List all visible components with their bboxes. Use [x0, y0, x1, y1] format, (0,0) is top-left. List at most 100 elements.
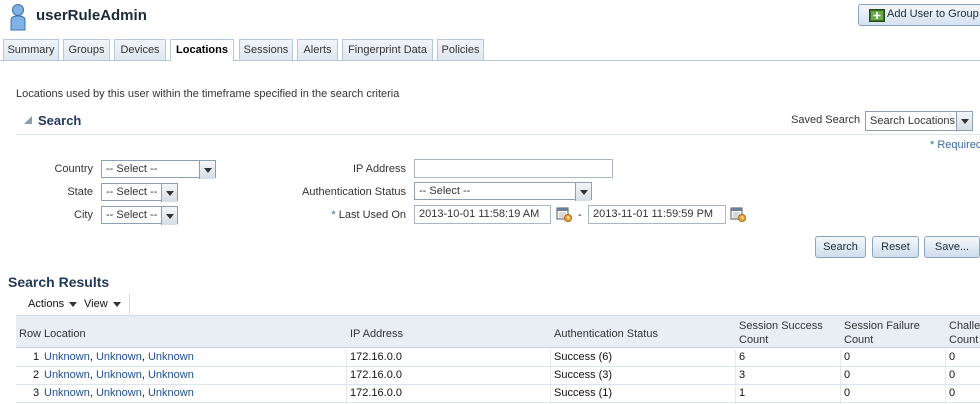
tab-groups-label: Groups: [68, 44, 105, 56]
view-menu[interactable]: View: [84, 298, 121, 310]
saved-search-value: Search Locations: [870, 115, 955, 127]
chevron-down-icon[interactable]: [575, 183, 591, 201]
chevron-down-icon: [69, 301, 78, 307]
column-header-authentication-status[interactable]: Authentication Status: [554, 327, 658, 341]
column-divider: [346, 349, 347, 403]
column-divider: [840, 349, 841, 403]
tab-policies[interactable]: Policies: [437, 39, 484, 60]
column-header-session-failure-line1: Session Failure: [844, 320, 920, 332]
city-select[interactable]: -- Select --: [101, 206, 178, 225]
state-value: -- Select --: [106, 186, 158, 198]
tab-locations[interactable]: Locations: [170, 39, 234, 61]
location-cell: Unknown, Unknown, Unknown: [44, 387, 194, 399]
state-label: State: [67, 186, 93, 198]
challenge-count-cell: 0: [949, 387, 956, 399]
location-link[interactable]: Unknown: [44, 369, 90, 381]
add-group-icon: [869, 9, 885, 22]
column-header-ip-address[interactable]: IP Address: [350, 327, 403, 341]
row-divider: [16, 366, 980, 367]
city-label: City: [74, 209, 93, 221]
location-separator: ,: [89, 387, 93, 399]
collapse-triangle-icon[interactable]: [24, 116, 32, 124]
tab-sessions[interactable]: Sessions: [239, 39, 293, 60]
chevron-down-icon[interactable]: [161, 207, 177, 225]
location-link[interactable]: Unknown: [148, 351, 194, 363]
session-failure-cell: 0: [844, 387, 851, 399]
column-divider: [550, 349, 551, 403]
authentication-status-label: Authentication Status: [302, 186, 406, 198]
add-user-to-group-label: Add User to Group: [887, 8, 979, 20]
city-value: -- Select --: [106, 209, 158, 221]
column-header-row[interactable]: Row: [19, 327, 41, 341]
challenge-count-cell: 0: [949, 369, 956, 381]
location-link[interactable]: Unknown: [96, 351, 142, 363]
location-separator: ,: [141, 369, 145, 381]
country-value: -- Select --: [106, 163, 158, 175]
calendar-icon[interactable]: [730, 206, 746, 222]
saved-search-select[interactable]: Search Locations: [865, 111, 973, 131]
authentication-status-cell: Success (6): [554, 351, 613, 363]
calendar-icon[interactable]: [556, 206, 572, 222]
column-header-session-success-count[interactable]: Session Success Count: [739, 319, 823, 347]
column-header-session-failure-count[interactable]: Session Failure Count: [844, 319, 920, 347]
tab-alerts[interactable]: Alerts: [297, 39, 338, 60]
column-header-session-success-line2: Count: [739, 334, 769, 346]
tab-fingerprint-data[interactable]: Fingerprint Data: [342, 39, 433, 60]
row-number: 3: [33, 387, 40, 399]
chevron-down-icon[interactable]: [161, 184, 177, 202]
column-header-challenge-line2: Count: [949, 334, 979, 346]
column-divider: [735, 349, 736, 403]
actions-menu[interactable]: Actions: [28, 298, 78, 310]
tab-groups[interactable]: Groups: [63, 39, 110, 60]
row-divider: [16, 402, 980, 403]
tab-devices[interactable]: Devices: [114, 39, 166, 60]
results-table-header: [16, 316, 980, 348]
column-divider: [945, 349, 946, 403]
search-title[interactable]: Search: [38, 113, 81, 128]
row-number: 1: [33, 351, 40, 363]
page-title: userRuleAdmin: [36, 7, 147, 24]
country-select[interactable]: -- Select --: [101, 160, 216, 179]
location-link[interactable]: Unknown: [148, 369, 194, 381]
tab-sessions-label: Sessions: [243, 44, 289, 56]
location-link[interactable]: Unknown: [148, 387, 194, 399]
row-divider: [16, 384, 980, 385]
search-button[interactable]: Search: [815, 236, 866, 258]
required-star-icon: *: [331, 209, 339, 221]
last-used-to-input[interactable]: 2013-11-01 11:59:59 PM: [588, 205, 726, 224]
location-separator: ,: [141, 387, 145, 399]
location-link[interactable]: Unknown: [44, 387, 90, 399]
tab-policies-label: Policies: [441, 44, 480, 56]
state-select[interactable]: -- Select --: [101, 183, 178, 202]
column-header-challenge-count[interactable]: Challe Count: [949, 319, 980, 347]
tab-locations-label: Locations: [176, 44, 228, 56]
location-separator: ,: [89, 369, 93, 381]
location-link[interactable]: Unknown: [96, 369, 142, 381]
last-used-from-input[interactable]: 2013-10-01 11:58:19 AM: [414, 205, 551, 224]
column-header-session-failure-line2: Count: [844, 334, 874, 346]
ip-address-cell: 172.16.0.0: [350, 369, 402, 381]
toolbar-separator: [129, 294, 130, 314]
session-success-cell: 1: [739, 387, 746, 399]
location-cell: Unknown, Unknown, Unknown: [44, 369, 194, 381]
required-note-label: Required: [937, 139, 980, 151]
reset-button[interactable]: Reset: [872, 236, 919, 258]
last-used-on-label: * Last Used On: [290, 209, 406, 221]
column-header-challenge-line1: Challe: [949, 320, 980, 332]
chevron-down-icon[interactable]: [199, 161, 215, 179]
tab-summary[interactable]: Summary: [3, 39, 59, 60]
location-link[interactable]: Unknown: [44, 351, 90, 363]
tab-devices-label: Devices: [120, 44, 160, 56]
ip-address-input[interactable]: [414, 159, 613, 178]
session-success-cell: 3: [739, 369, 746, 381]
user-icon: [10, 4, 26, 31]
save-button[interactable]: Save...: [924, 236, 980, 258]
location-link[interactable]: Unknown: [96, 387, 142, 399]
authentication-status-select[interactable]: -- Select --: [414, 182, 592, 201]
chevron-down-icon[interactable]: [956, 112, 972, 130]
column-header-location[interactable]: Location: [44, 327, 86, 341]
tabs-divider: [0, 60, 980, 61]
session-failure-cell: 0: [844, 369, 851, 381]
row-number: 2: [33, 369, 40, 381]
add-user-to-group-button[interactable]: Add User to Group: [858, 4, 980, 26]
